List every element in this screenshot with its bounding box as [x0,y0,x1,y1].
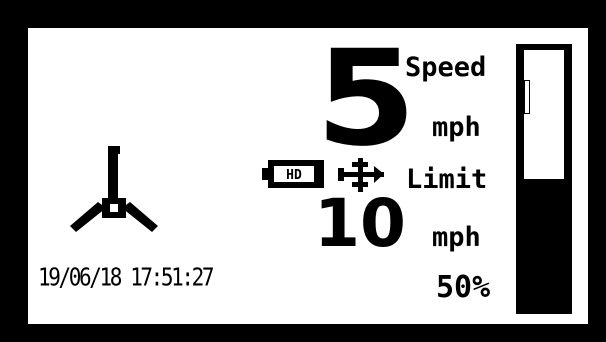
power-level-track [524,50,564,308]
battery-label: HD [286,168,302,183]
level-marker [524,80,530,114]
lcd-screen: HD 5 10 Speed mph Limit mph 50% 19/06/18… [28,28,588,324]
speed-unit: mph [432,112,481,143]
limit-value: 10 [314,185,406,262]
power-level-fill [524,179,564,308]
limit-label: Limit [406,164,488,195]
speed-label: Speed [405,52,487,83]
date-time-readout: 19/06/18 17:51:27 [38,262,215,292]
device-frame: HD 5 10 Speed mph Limit mph 50% 19/06/18… [0,0,606,342]
limit-unit: mph [432,222,481,253]
blade-icon [70,146,158,232]
power-percent-label: 50% [436,270,491,305]
